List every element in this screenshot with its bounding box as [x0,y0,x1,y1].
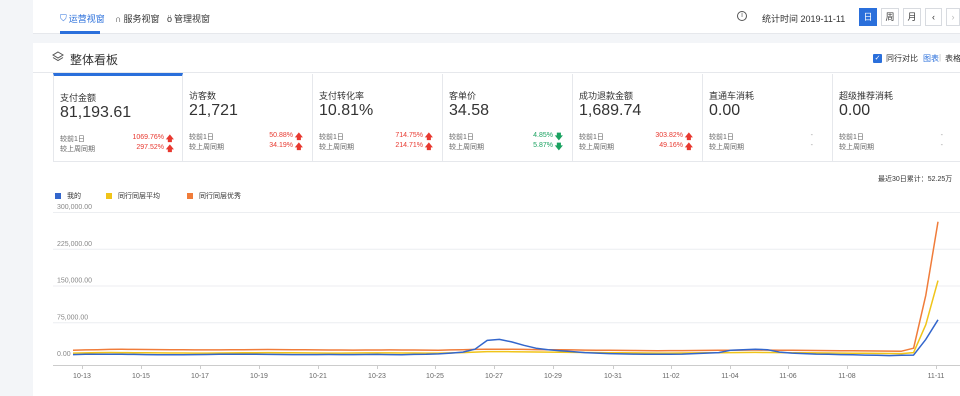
period-week-button[interactable]: 周 [881,8,899,26]
chevron-right-icon: › [951,12,955,22]
y-tick-label: 0.00 [57,351,71,358]
info-icon[interactable]: i [737,11,747,21]
tab-operations[interactable]: ⛉ 运营视窗 [60,12,105,25]
x-tick-label: 10-27 [485,373,503,380]
x-tick-label: 11-11 [928,373,945,380]
y-tick-label: 300,000.00 [57,204,92,211]
x-tick-label: 10-15 [132,373,150,380]
x-tick-label: 10-31 [604,373,622,380]
tab-operations-label: 运营视窗 [68,14,105,24]
tab-management[interactable]: ö 管理视窗 [167,12,210,25]
x-tick-label: 10-23 [368,373,386,380]
overview-board: 整体看板 ✓ 同行对比 图表 | 表格 支付金额 81,193.61 较前1日 106… [33,43,960,396]
series-line-peer-avg[interactable] [72,280,939,355]
x-tick-label: 11-08 [838,373,855,380]
x-tick-label: 10-29 [544,373,562,380]
x-tick-label: 10-25 [426,373,444,380]
x-tick-label: 11-04 [721,373,738,380]
x-tick-label: 10-17 [191,373,209,380]
tab-service[interactable]: ∩ 服务视窗 [115,12,159,25]
y-tick-label: 225,000.00 [57,241,92,248]
chevron-left-icon: ‹ [932,12,935,22]
x-tick-label: 11-06 [779,373,796,380]
shield-icon: ⛉ [60,13,67,23]
x-tick-label: 10-21 [309,373,327,380]
period-month-button[interactable]: 月 [903,8,921,26]
y-tick-label: 75,000.00 [57,314,88,321]
prev-date-button[interactable]: ‹ [925,8,942,26]
next-date-button[interactable]: › [946,8,960,26]
headset-icon: ∩ [115,13,122,24]
stat-time: 统计时间 2019-11-11 [762,14,846,24]
medal-icon: ö [167,13,173,24]
trend-chart: 300,000.00 225,000.00 150,000.00 75,000.00 0… [53,204,960,380]
top-nav-bar: ⛉ 运营视窗 ∩ 服务视窗 ö 管理视窗 i 统计时间 2019-11-11 日… [33,0,960,34]
y-tick-label: 150,000.00 [57,278,92,285]
x-tick-label: 11-02 [662,373,679,380]
x-tick-label: 10-13 [73,373,91,380]
x-tick-label: 10-19 [250,373,268,380]
tab-management-label: 管理视窗 [174,14,211,24]
active-tab-indicator [60,31,100,34]
tab-service-label: 服务视窗 [123,14,160,24]
period-day-button[interactable]: 日 [859,8,877,26]
